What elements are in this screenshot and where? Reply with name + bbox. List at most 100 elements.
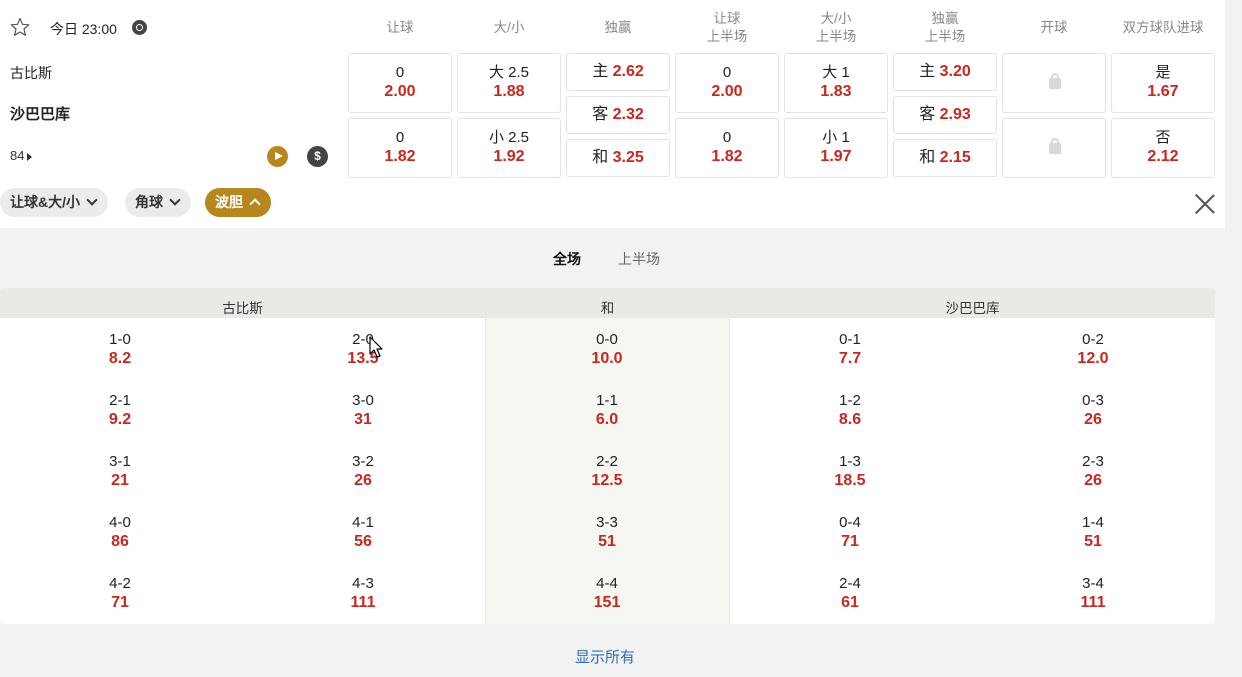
score-odds: 12.0 — [1077, 350, 1109, 367]
odds-over-1h[interactable]: 大 1 1.83 — [784, 53, 888, 113]
score-odds: 13.5 — [347, 350, 379, 367]
score-odds: 26 — [1084, 472, 1102, 489]
col-header-handicap: 让球 — [386, 20, 414, 35]
odds-handicap-away[interactable]: 0 1.82 — [348, 118, 452, 178]
odds-btts-no[interactable]: 否 2.12 — [1111, 118, 1215, 178]
score-cell-3-0[interactable]: 3-0 31 — [303, 392, 423, 429]
score-cell-0-0[interactable]: 0-0 10.0 — [547, 331, 667, 368]
score-cell-1-0[interactable]: 1-0 8.2 — [60, 331, 180, 368]
score-cell-1-2[interactable]: 1-2 8.6 — [790, 392, 910, 429]
score-cell-2-3[interactable]: 2-3 26 — [1033, 453, 1153, 490]
filter-handicap-ou[interactable]: 让球&大/小 — [0, 188, 108, 217]
score-odds: 10.0 — [591, 350, 623, 367]
score-cell-2-2[interactable]: 2-2 12.5 — [547, 453, 667, 490]
score-cell-0-2[interactable]: 0-2 12.0 — [1033, 331, 1153, 368]
col-header-over-under: 大/小 — [493, 20, 525, 35]
score-cell-1-4[interactable]: 1-4 51 — [1033, 514, 1153, 551]
mouse-cursor-icon — [369, 336, 383, 358]
odds-1x2-1h-home[interactable]: 主 3.20 — [893, 53, 997, 91]
scrollbar[interactable] — [1225, 0, 1242, 677]
odds-handicap-home[interactable]: 0 2.00 — [348, 53, 452, 113]
match-card: 今日 23:00 古比斯 沙巴巴库 84 $ 让球 大/小 独赢 让球 上半场 大… — [0, 0, 1225, 228]
score-odds: 31 — [354, 411, 372, 428]
score-odds: 26 — [354, 472, 372, 489]
filter-corners[interactable]: 角球 — [125, 188, 191, 217]
show-all-link[interactable]: 显示所有 — [575, 646, 635, 667]
score-odds: 61 — [841, 594, 859, 611]
score-cell-2-0[interactable]: 2-0 13.5 — [303, 331, 423, 368]
odds-1x2-1h-away[interactable]: 客 2.93 — [893, 96, 997, 134]
filter-label: 波胆 — [215, 194, 243, 210]
score-label: 4-0 — [109, 514, 131, 531]
score-odds: 71 — [111, 594, 129, 611]
score-odds: 6.0 — [595, 411, 619, 428]
score-label: 0-1 — [839, 331, 861, 348]
score-label: 2-0 — [352, 331, 374, 348]
odds-handicap-1h-home[interactable]: 0 2.00 — [675, 53, 779, 113]
odds-over[interactable]: 大 2.5 1.88 — [457, 53, 561, 113]
score-label: 3-0 — [352, 392, 374, 409]
score-cell-0-1[interactable]: 0-1 7.7 — [790, 331, 910, 368]
score-label: 4-3 — [352, 575, 374, 592]
score-label: 2-4 — [839, 575, 861, 592]
score-cell-4-2[interactable]: 4-2 71 — [60, 575, 180, 612]
tab-first-half[interactable]: 上半场 — [618, 249, 660, 269]
score-cell-3-1[interactable]: 3-1 21 — [60, 453, 180, 490]
score-cell-3-4[interactable]: 3-4 111 — [1033, 575, 1153, 612]
score-odds: 51 — [598, 533, 616, 550]
clock-icon — [132, 20, 147, 35]
score-cell-0-4[interactable]: 0-4 71 — [790, 514, 910, 551]
score-label: 1-3 — [839, 453, 861, 470]
col-header-over-under-1h: 大/小 上半场 — [815, 11, 857, 44]
score-label: 0-4 — [839, 514, 861, 531]
score-label: 4-1 — [352, 514, 374, 531]
odds-1x2-home[interactable]: 主 2.62 — [566, 53, 670, 91]
score-cell-4-3[interactable]: 4-3 111 — [303, 575, 423, 612]
odds-under[interactable]: 小 2.5 1.92 — [457, 118, 561, 178]
score-label: 3-2 — [352, 453, 374, 470]
close-icon[interactable] — [1194, 192, 1216, 214]
odds-1x2-draw[interactable]: 和 3.25 — [566, 139, 670, 177]
score-cell-4-1[interactable]: 4-1 56 — [303, 514, 423, 551]
score-odds: 18.5 — [834, 472, 866, 489]
lock-icon — [1049, 138, 1061, 154]
score-cell-0-3[interactable]: 0-3 26 — [1033, 392, 1153, 429]
score-label: 2-1 — [109, 392, 131, 409]
cs-header-draw: 和 — [600, 301, 615, 316]
odds-under-1h[interactable]: 小 1 1.97 — [784, 118, 888, 178]
score-cell-3-3[interactable]: 3-3 51 — [547, 514, 667, 551]
lock-icon — [1049, 73, 1061, 89]
col-header-1x2: 独赢 — [604, 20, 632, 35]
match-time: 今日 23:00 — [50, 21, 117, 37]
correct-score-panel: 古比斯 和 沙巴巴库 1-0 8.2 2-1 9.2 3-1 21 4-0 86 4-2 71 2-… — [0, 288, 1215, 624]
odds-btts-yes[interactable]: 是 1.67 — [1111, 53, 1215, 113]
filter-correct-score[interactable]: 波胆 — [205, 188, 271, 217]
score-label: 1-0 — [109, 331, 131, 348]
chevron-down-icon — [169, 194, 181, 206]
score-label: 0-3 — [1082, 392, 1104, 409]
star-icon[interactable] — [10, 17, 30, 37]
score-cell-4-0[interactable]: 4-0 86 — [60, 514, 180, 551]
score-odds: 56 — [354, 533, 372, 550]
odds-handicap-1h-away[interactable]: 0 1.82 — [675, 118, 779, 178]
score-cell-1-1[interactable]: 1-1 6.0 — [547, 392, 667, 429]
score-label: 3-4 — [1082, 575, 1104, 592]
score-label: 1-1 — [596, 392, 618, 409]
score-cell-1-3[interactable]: 1-3 18.5 — [790, 453, 910, 490]
play-icon[interactable] — [267, 146, 288, 167]
dollar-icon[interactable]: $ — [307, 146, 328, 167]
filter-label: 让球&大/小 — [10, 194, 80, 210]
score-cell-3-2[interactable]: 3-2 26 — [303, 453, 423, 490]
score-odds: 111 — [350, 594, 376, 611]
score-cell-2-4[interactable]: 2-4 61 — [790, 575, 910, 612]
tab-full-time[interactable]: 全场 — [553, 249, 581, 269]
score-odds: 9.2 — [108, 411, 132, 428]
chevron-down-icon — [86, 194, 98, 206]
more-markets-link[interactable]: 84 — [10, 148, 33, 163]
score-odds: 86 — [111, 533, 129, 550]
odds-1x2-1h-draw[interactable]: 和 2.15 — [893, 139, 997, 177]
score-cell-4-4[interactable]: 4-4 151 — [547, 575, 667, 612]
odds-1x2-away[interactable]: 客 2.32 — [566, 96, 670, 134]
chevron-up-icon — [249, 198, 261, 210]
score-cell-2-1[interactable]: 2-1 9.2 — [60, 392, 180, 429]
